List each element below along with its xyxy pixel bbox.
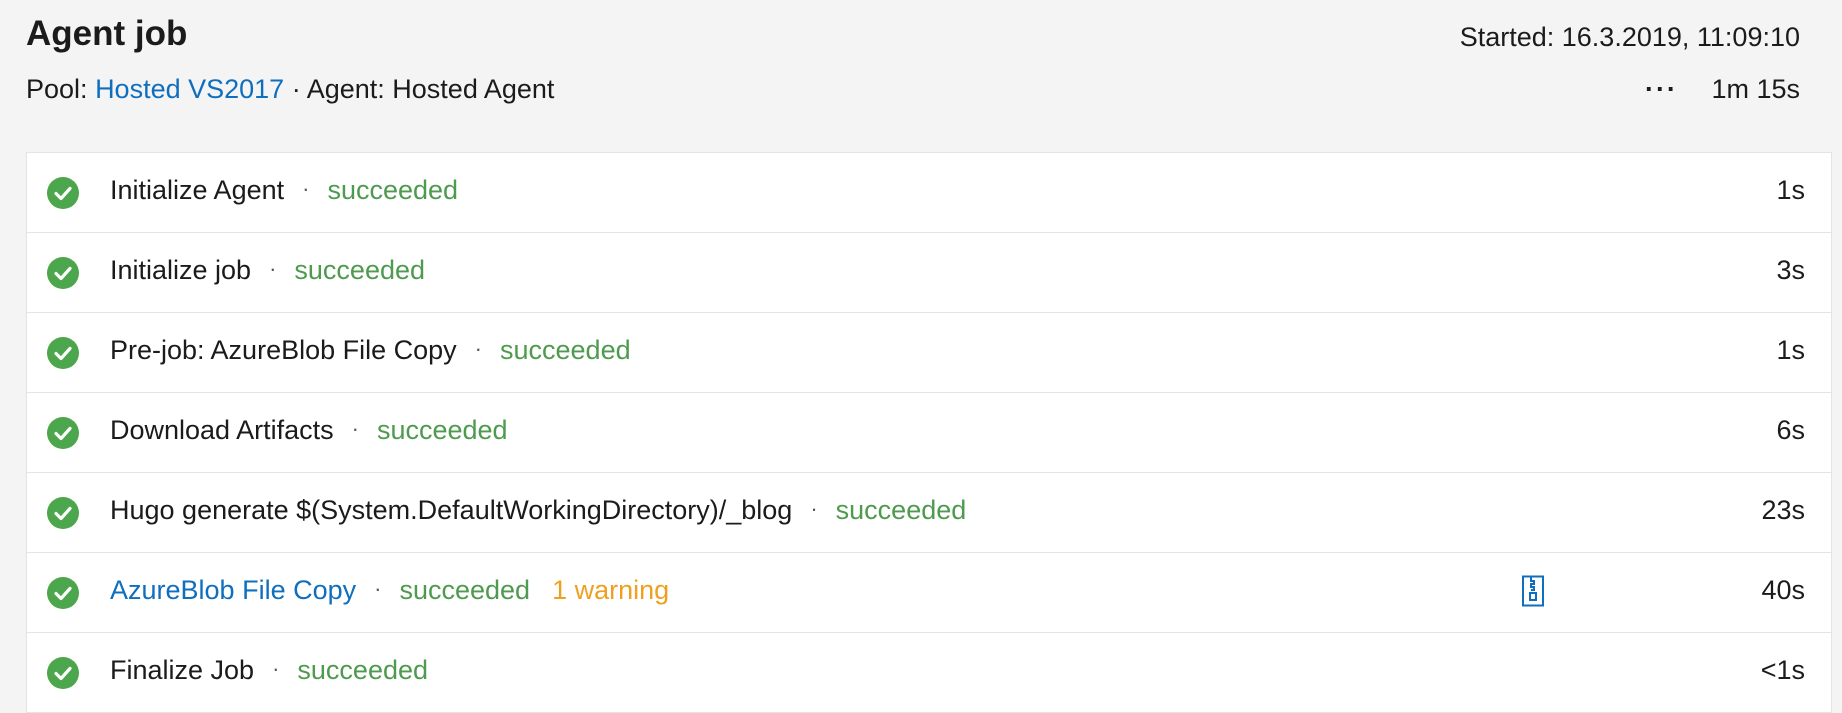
check-circle-icon — [47, 177, 79, 209]
check-circle-icon — [47, 577, 79, 609]
step-duration: 3s — [1776, 255, 1805, 285]
agent-text: Agent: Hosted Agent — [306, 74, 555, 104]
check-circle-icon — [47, 497, 79, 529]
pool-agent-info: Pool: Hosted VS2017 · Agent: Hosted Agen… — [26, 74, 554, 105]
step-row-pre-job-azureblob[interactable]: Pre-job: AzureBlob File Copy · succeeded 1… — [27, 313, 1831, 393]
step-row-azureblob-file-copy[interactable]: AzureBlob File Copy · succeeded 1 warning 4… — [27, 553, 1831, 633]
step-row-finalize-job[interactable]: Finalize Job · succeeded <1s — [27, 633, 1831, 712]
separator-dot: · — [269, 256, 277, 281]
step-row-download-artifacts[interactable]: Download Artifacts · succeeded 6s — [27, 393, 1831, 473]
separator-dot: · — [374, 576, 382, 601]
warning-count[interactable]: 1 warning — [552, 575, 669, 605]
separator-dot: · — [302, 176, 310, 201]
step-status: succeeded — [376, 415, 508, 445]
more-options-icon[interactable]: ··· — [1645, 74, 1678, 104]
step-status: succeeded — [327, 175, 459, 205]
step-name: Pre-job: AzureBlob File Copy — [110, 335, 457, 365]
step-status: succeeded — [399, 575, 531, 605]
step-duration: 1s — [1776, 175, 1805, 205]
separator-dot: · — [351, 416, 359, 441]
separator-dot: · — [291, 74, 301, 104]
step-name: Hugo generate $(System.DefaultWorkingDir… — [110, 495, 793, 525]
step-status: succeeded — [297, 655, 429, 685]
step-duration: 23s — [1761, 495, 1805, 525]
separator-dot: · — [810, 496, 818, 521]
check-circle-icon — [47, 657, 79, 689]
separator-dot: · — [474, 336, 482, 361]
step-name: Initialize job — [110, 255, 252, 285]
step-name-link[interactable]: AzureBlob File Copy — [110, 575, 356, 605]
step-row-initialize-job[interactable]: Initialize job · succeeded 3s — [27, 233, 1831, 313]
step-duration: 40s — [1761, 575, 1805, 605]
zip-file-icon[interactable] — [1521, 575, 1545, 607]
step-duration: <1s — [1760, 655, 1805, 685]
started-timestamp: Started: 16.3.2019, 11:09:10 — [1459, 22, 1800, 52]
page-title: Agent job — [26, 14, 188, 53]
step-status: succeeded — [294, 255, 426, 285]
step-duration: 6s — [1776, 415, 1805, 445]
pool-link[interactable]: Hosted VS2017 — [95, 74, 284, 104]
pool-label: Pool: — [26, 74, 88, 104]
total-duration: 1m 15s — [1711, 74, 1800, 104]
steps-list: Initialize Agent · succeeded 1s Initialize… — [26, 152, 1832, 713]
job-header: Agent job Started: 16.3.2019, 11:09:10 P… — [0, 0, 1842, 150]
step-row-initialize-agent[interactable]: Initialize Agent · succeeded 1s — [27, 153, 1831, 233]
step-name: Download Artifacts — [110, 415, 334, 445]
step-status: succeeded — [835, 495, 967, 525]
header-actions: ··· 1m 15s — [1645, 74, 1800, 105]
step-duration: 1s — [1776, 335, 1805, 365]
step-row-hugo-generate[interactable]: Hugo generate $(System.DefaultWorkingDir… — [27, 473, 1831, 553]
step-name: Finalize Job — [110, 655, 255, 685]
check-circle-icon — [47, 257, 79, 289]
check-circle-icon — [47, 417, 79, 449]
check-circle-icon — [47, 337, 79, 369]
step-name: Initialize Agent — [110, 175, 285, 205]
step-status: succeeded — [500, 335, 631, 365]
separator-dot: · — [272, 656, 280, 681]
